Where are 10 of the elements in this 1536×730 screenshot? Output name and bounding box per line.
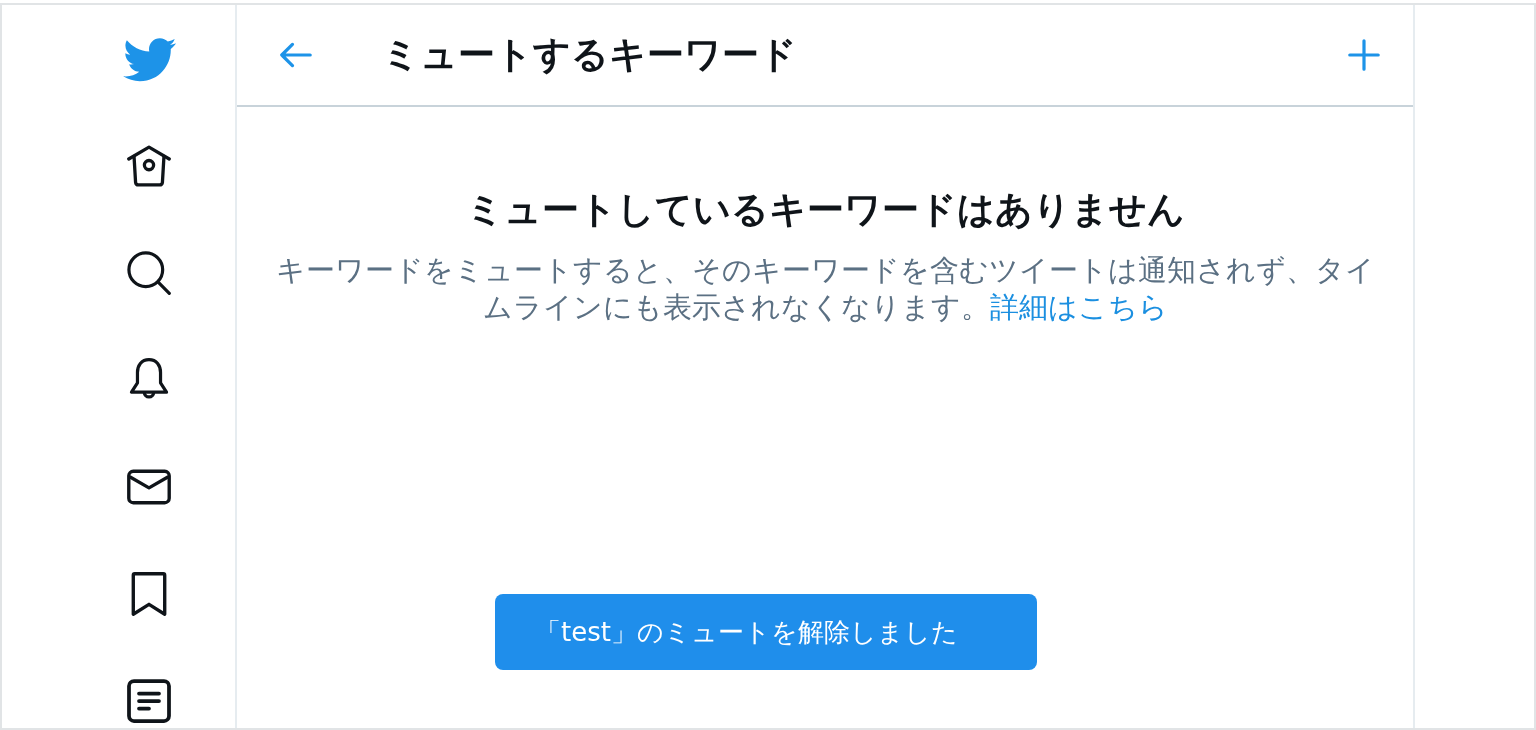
empty-state-heading: ミュートしているキーワードはありません (464, 187, 1186, 233)
bird-icon[interactable] (121, 35, 177, 82)
search-icon[interactable] (127, 250, 171, 295)
empty-state-description: キーワードをミュートすると、そのキーワードを含むツイートは通知されず、タイムラインにも表示されなくなります。詳細はこちら (275, 252, 1375, 326)
home-icon[interactable] (127, 143, 171, 188)
plus-icon (1348, 39, 1380, 71)
learn-more-link[interactable]: 詳細はこちら (989, 290, 1168, 324)
toast-notification: 「test」のミュートを解除しました (495, 594, 1037, 670)
document-icon[interactable] (127, 678, 171, 723)
page-title: ミュートするキーワード (382, 32, 797, 78)
